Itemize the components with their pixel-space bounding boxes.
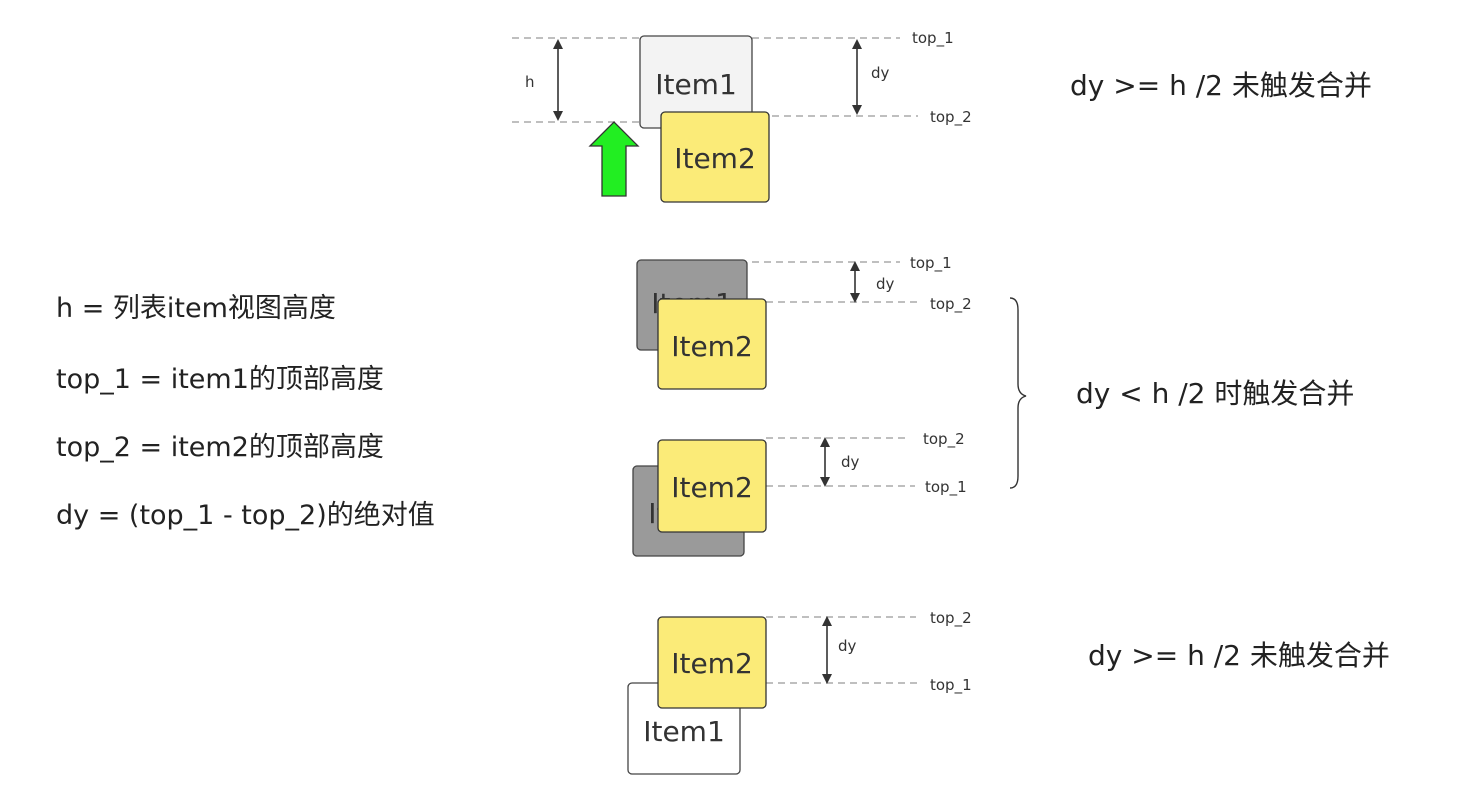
merge-diagram: h dy top_1 top_2 Item1 Item2 dy >= h /2 … (512, 29, 1390, 775)
definition-h: h = 列表item视图高度 (56, 293, 336, 324)
top2-label: top_2 (930, 108, 972, 127)
dy-label: dy (841, 453, 860, 471)
scenario-3: dy top_2 top_1 Item1 Item2 dy >= h /2 未触… (627, 609, 1390, 775)
scenario-2a: dy top_1 top_2 Item1 Item2 (636, 254, 972, 390)
item1-label: Item1 (643, 715, 725, 748)
scenario-1-statement: dy >= h /2 未触发合并 (1070, 69, 1372, 102)
item2-label: Item2 (674, 142, 756, 175)
top1-label: top_1 (912, 29, 954, 48)
top2-label: top_2 (930, 295, 972, 314)
definition-dy: dy = (top_1 - top_2)的绝对值 (56, 500, 435, 531)
scenario-3-statement: dy >= h /2 未触发合并 (1088, 639, 1390, 672)
definition-top2: top_2 = item2的顶部高度 (56, 432, 384, 463)
dy-label: dy (871, 64, 890, 82)
top1-label: top_1 (925, 478, 967, 497)
scenario-1: h dy top_1 top_2 Item1 Item2 dy >= h /2 … (512, 29, 1372, 203)
scenario-2b: dy top_2 top_1 Item1 Item2 (632, 430, 967, 557)
item1-label: Item1 (655, 68, 737, 101)
item2-label: Item2 (671, 647, 753, 680)
item2-label: Item2 (671, 330, 753, 363)
top2-label: top_2 (930, 609, 972, 628)
top2-label: top_2 (923, 430, 965, 449)
group-brace (1009, 297, 1027, 489)
dy-label: dy (876, 275, 895, 293)
dy-label: dy (838, 637, 857, 655)
top1-label: top_1 (910, 254, 952, 273)
h-label: h (525, 73, 535, 91)
scenario-2-statement: dy < h /2 时触发合并 (1076, 377, 1354, 410)
move-up-arrow-icon (588, 121, 640, 197)
definition-top1: top_1 = item1的顶部高度 (56, 364, 384, 395)
item2-label: Item2 (671, 471, 753, 504)
top1-label: top_1 (930, 676, 972, 695)
